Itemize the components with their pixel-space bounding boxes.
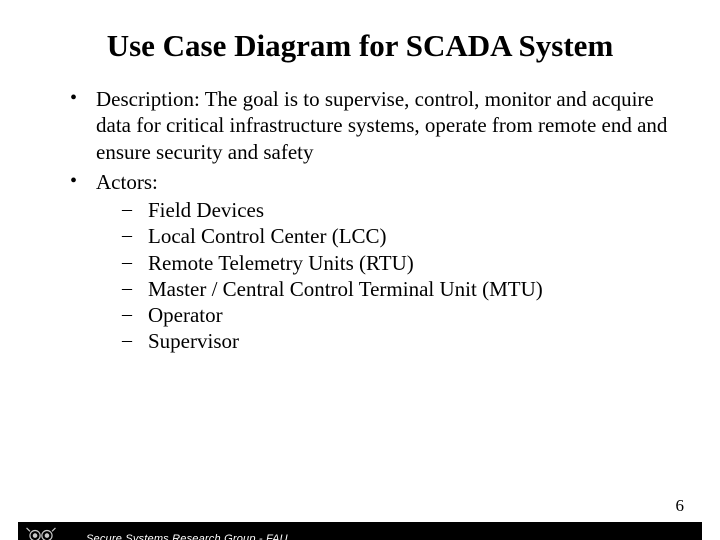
slide-title: Use Case Diagram for SCADA System: [0, 28, 720, 64]
sub-bullet-item: Master / Central Control Terminal Unit (…: [122, 276, 668, 302]
sub-bullet-item: Local Control Center (LCC): [122, 223, 668, 249]
slide-body: Description: The goal is to supervise, c…: [0, 86, 720, 355]
bullet-label: Description:: [96, 87, 200, 111]
bullet-item: Description: The goal is to supervise, c…: [70, 86, 668, 165]
sub-bullet-item: Operator: [122, 302, 668, 328]
bullet-list: Description: The goal is to supervise, c…: [70, 86, 668, 355]
bullet-label: Actors:: [96, 170, 158, 194]
footer-bar: Secure Systems Research Group - FAU: [18, 522, 702, 540]
owl-logo-icon: [18, 522, 64, 540]
bullet-item: Actors: Field Devices Local Control Cent…: [70, 169, 668, 355]
sub-bullet-list: Field Devices Local Control Center (LCC)…: [96, 197, 668, 355]
sub-bullet-item: Remote Telemetry Units (RTU): [122, 250, 668, 276]
sub-bullet-item: Field Devices: [122, 197, 668, 223]
footer-text: Secure Systems Research Group - FAU: [86, 533, 288, 540]
sub-bullet-item: Supervisor: [122, 328, 668, 354]
slide: Use Case Diagram for SCADA System Descri…: [0, 28, 720, 540]
page-number: 6: [676, 496, 685, 516]
